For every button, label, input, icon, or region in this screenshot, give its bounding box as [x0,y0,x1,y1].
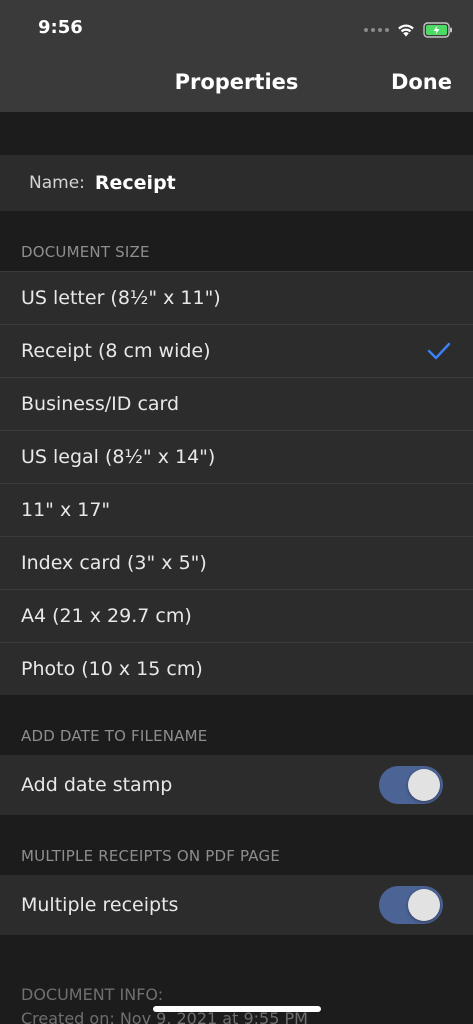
size-option-label: US letter (8½" x 11") [21,287,221,309]
multiple-receipts-toggle[interactable] [379,886,443,924]
toggle-knob [408,769,440,801]
date-section-header: ADD DATE TO FILENAME [21,727,208,745]
size-option-photo[interactable]: Photo (10 x 15 cm) [0,642,473,695]
size-option-label: Business/ID card [21,393,180,415]
wifi-icon [398,24,414,37]
status-indicators [364,20,453,40]
size-option-label: Photo (10 x 15 cm) [21,658,203,680]
size-option-receipt[interactable]: Receipt (8 cm wide) [0,324,473,377]
date-stamp-toggle[interactable] [379,766,443,804]
size-option-us-legal[interactable]: US legal (8½" x 14") [0,430,473,483]
size-option-a4[interactable]: A4 (21 x 29.7 cm) [0,589,473,642]
document-info-header: DOCUMENT INFO: [21,985,164,1004]
name-field-row[interactable]: Name: Receipt [0,155,473,211]
cellular-signal-icon [364,28,389,32]
size-option-label: Index card (3" x 5") [21,552,207,574]
size-option-label: 11" x 17" [21,499,111,521]
name-label: Name: [29,173,85,193]
multiple-receipts-row: Multiple receipts [0,875,473,935]
properties-screen: 9:56 Properties Done Name: Receipt DOCUM… [0,0,473,1024]
size-option-business-card[interactable]: Business/ID card [0,377,473,430]
top-bar: 9:56 Properties Done [0,0,473,112]
size-option-us-letter[interactable]: US letter (8½" x 11") [0,271,473,324]
size-option-label: Receipt (8 cm wide) [21,340,211,362]
status-time: 9:56 [38,17,83,38]
battery-charging-icon [423,22,452,38]
size-option-label: A4 (21 x 29.7 cm) [21,605,192,627]
size-option-index-card[interactable]: Index card (3" x 5") [0,536,473,589]
date-stamp-label: Add date stamp [21,774,173,796]
home-indicator[interactable] [153,1006,321,1012]
document-size-header: DOCUMENT SIZE [21,243,150,261]
size-option-tabloid[interactable]: 11" x 17" [0,483,473,536]
date-stamp-row: Add date stamp [0,755,473,815]
size-option-label: US legal (8½" x 14") [21,446,216,468]
checkmark-icon [427,342,451,360]
document-size-list: US letter (8½" x 11") Receipt (8 cm wide… [0,271,473,695]
multiple-receipts-header: MULTIPLE RECEIPTS ON PDF PAGE [21,847,280,865]
name-value[interactable]: Receipt [95,172,176,194]
toggle-knob [408,889,440,921]
multiple-receipts-label: Multiple receipts [21,894,179,916]
done-button[interactable]: Done [391,70,452,94]
